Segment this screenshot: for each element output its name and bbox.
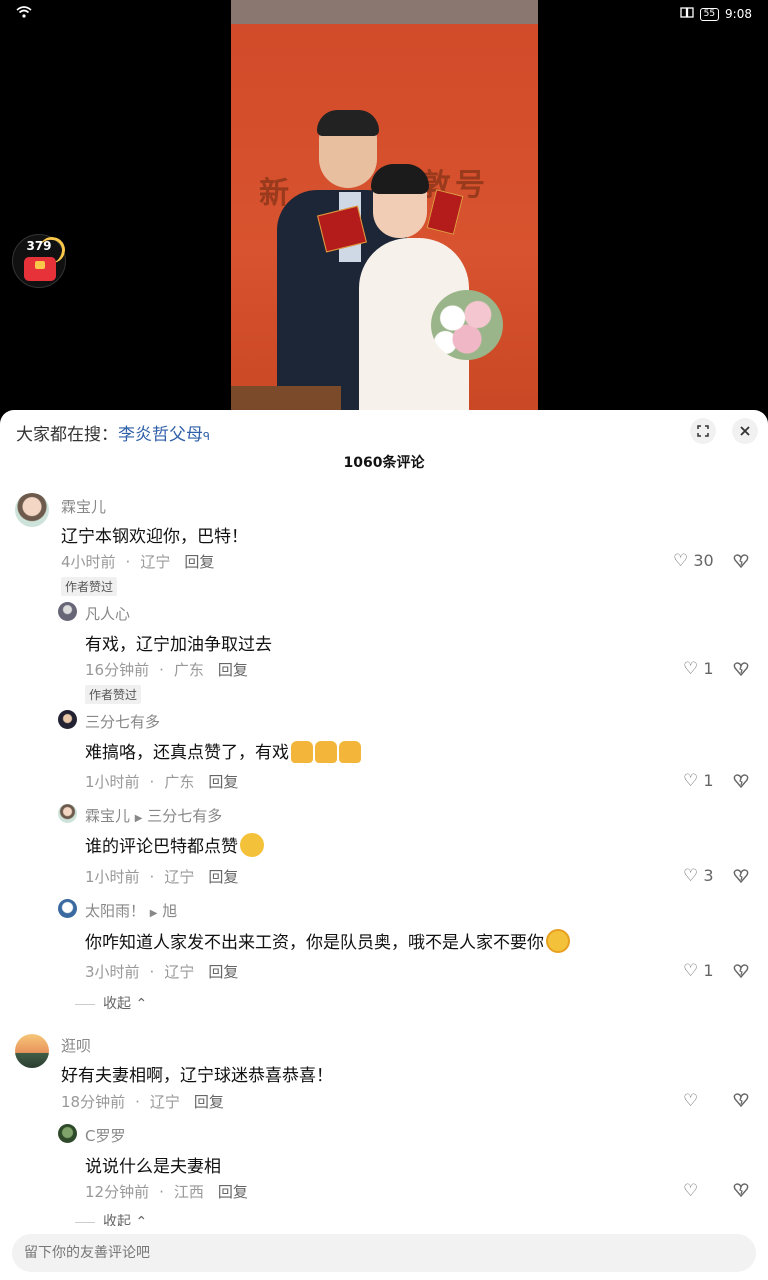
like-button[interactable]: ♡ 3 [683,866,714,886]
like-button[interactable]: ♡ [683,1181,698,1201]
reply-button[interactable]: 回复 [184,553,214,571]
reply-meta: 1小时前 · 广东 回复 [85,773,239,791]
author-liked-badge: 作者赞过 [85,685,142,704]
reply-text[interactable]: 说说什么是夫妻相 [85,1152,221,1177]
reply-button[interactable]: 回复 [194,1093,224,1111]
like-button[interactable]: ♡ 1 [683,659,714,679]
reply-arrow-icon: ▶ [149,908,158,919]
battery-indicator: 55 [699,7,720,21]
heart-icon: ♡ [683,659,699,679]
collapse-replies-button[interactable]: 收起 ⌃ [75,993,147,1013]
heart-icon: ♡ [683,866,699,886]
red-packet-button[interactable]: 379 [12,234,68,288]
smile-emoji-icon [546,929,570,953]
reply-meta: 3小时前 · 辽宁 回复 [85,963,239,981]
comment-author[interactable]: 逛呗 [61,1035,91,1056]
comment-author[interactable]: 霖宝儿 [61,496,106,517]
expand-button[interactable] [690,418,716,444]
reply-author[interactable]: C罗罗 [85,1125,125,1146]
like-button[interactable]: ♡ 1 [683,771,714,791]
reply-author[interactable]: 太阳雨！ ▶ 旭 [85,900,177,921]
heart-icon: ♡ [673,551,689,571]
comment-input-bar[interactable] [12,1234,756,1272]
dislike-icon[interactable] [733,661,749,677]
like-button[interactable]: ♡ 30 [673,551,714,571]
video-player[interactable]: 新 敦号 379 [0,0,768,420]
reply-button[interactable]: 回复 [218,661,248,679]
chevron-up-icon: ⌃ [135,996,148,1012]
clock: 9:08 [725,7,752,21]
reply-button[interactable]: 回复 [208,868,238,886]
dislike-icon[interactable] [733,1182,749,1198]
heart-icon: ♡ [683,771,699,791]
avatar[interactable] [58,602,77,621]
close-button[interactable] [732,418,758,444]
comment-meta: 4小时前 · 辽宁 回复 [61,553,215,571]
reply-meta: 12分钟前 · 江西 回复 [85,1183,248,1201]
reply-author[interactable]: 三分七有多 [85,711,160,732]
reply-text[interactable]: 有戏，辽宁加油争取过去 [85,630,272,655]
reply-button[interactable]: 回复 [208,963,238,981]
wifi-icon [16,6,32,21]
like-button[interactable]: ♡ [683,1091,698,1111]
avatar[interactable] [58,804,77,823]
red-envelope-icon [24,257,56,281]
reply-text[interactable]: 难搞咯，还真点赞了，有戏 [85,738,361,763]
comment-count: 1060条评论 [343,455,425,471]
avatar[interactable] [15,1034,49,1068]
reply-meta: 1小时前 · 辽宁 回复 [85,868,239,886]
dislike-icon[interactable] [733,553,749,569]
search-icon: ᑫ [203,430,210,443]
heart-icon: ♡ [683,1091,699,1111]
reply-author[interactable]: 凡人心 [85,603,130,624]
avatar[interactable] [15,493,49,527]
reply-arrow-icon: ▶ [134,813,143,824]
avatar[interactable] [58,1124,77,1143]
reply-button[interactable]: 回复 [208,773,238,791]
reply-button[interactable]: 回复 [218,1183,248,1201]
video-frame: 新 敦号 [231,0,538,420]
comment-text[interactable]: 辽宁本钢欢迎你，巴特！ [61,522,248,547]
trending-search[interactable]: 大家都在搜：李炎哲父母ᑫ [16,420,210,445]
thumbs-up-emoji-icon [315,741,337,763]
comment-input[interactable] [12,1234,756,1272]
heart-icon: ♡ [683,961,699,981]
thumbs-up-emoji-icon [339,741,361,763]
laugh-cry-emoji-icon [240,833,264,857]
comment-text[interactable]: 好有夫妻相啊，辽宁球迷恭喜恭喜！ [61,1061,333,1086]
dislike-icon[interactable] [733,868,749,884]
author-liked-badge: 作者赞过 [61,577,118,596]
trending-search-prefix: 大家都在搜： [16,425,118,445]
reply-author[interactable]: 霖宝儿 ▶ 三分七有多 [85,805,222,826]
book-icon [679,7,694,21]
heart-icon: ♡ [683,1181,699,1201]
thumbs-up-emoji-icon [291,741,313,763]
bouquet [431,290,503,360]
red-packet-count: 379 [26,239,52,253]
comment-meta: 18分钟前 · 辽宁 回复 [61,1093,224,1111]
dislike-icon[interactable] [733,1092,749,1108]
reply-text[interactable]: 你咋知道人家发不出来工资，你是队员奥，哦不是人家不要你 [85,928,570,953]
dislike-icon[interactable] [733,773,749,789]
trending-search-keyword[interactable]: 李炎哲父母 [118,425,203,445]
reply-meta: 16分钟前 · 广东 回复 [85,661,248,679]
avatar[interactable] [58,710,77,729]
reply-text[interactable]: 谁的评论巴特都点赞 [85,832,264,857]
avatar[interactable] [58,899,77,918]
dislike-icon[interactable] [733,963,749,979]
status-bar: 55 9:08 [0,0,768,30]
like-button[interactable]: ♡ 1 [683,961,714,981]
